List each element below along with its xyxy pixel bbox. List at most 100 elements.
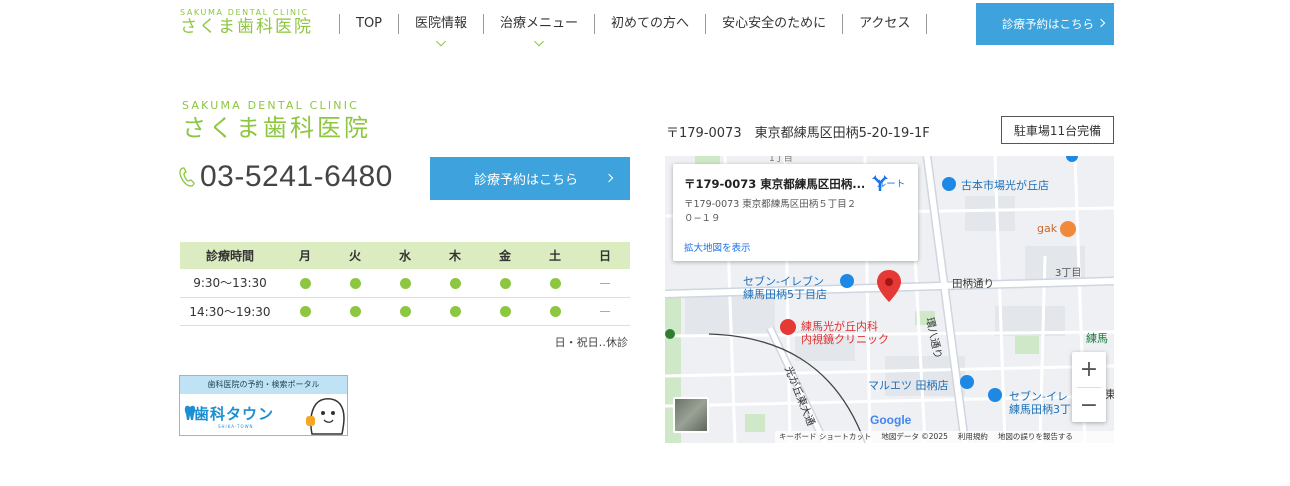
phone-number: 03-5241-6480 xyxy=(200,160,393,193)
map-label-seven1-b: 練馬田柄5丁目店 xyxy=(743,288,827,301)
header-cell-wed: 水 xyxy=(380,242,430,269)
header-cell-thu: 木 xyxy=(430,242,480,269)
map-card-title: 〒179-0073 東京都練馬区田柄... xyxy=(684,177,864,191)
nav-label: 初めての方へ xyxy=(611,16,690,31)
map-label-gak: gak xyxy=(1037,222,1058,235)
header-cell-mon: 月 xyxy=(280,242,330,269)
google-map[interactable]: 古本市場光が丘店 gak 3丁目 田柄通り セブン-イレブン 練馬田柄5丁目店 … xyxy=(665,156,1114,443)
chevron-down-icon xyxy=(534,36,544,47)
hours-day-cell xyxy=(580,269,630,298)
header-cell-hours: 診療時間 xyxy=(180,242,280,269)
map-label-seven2-b: 練馬田柄3丁 xyxy=(1009,403,1071,416)
hours-day-cell xyxy=(280,269,330,298)
map-label-tagara-dori: 田柄通り xyxy=(952,278,994,290)
table-header-row: 診療時間 月 火 水 木 金 土 日 xyxy=(180,242,630,269)
site-header: SAKUMA DENTAL CLINIC さくま歯科医院 TOP 医院情報 治療… xyxy=(0,0,1290,47)
shika-town-banner[interactable]: 歯科医院の予約・検索ポータル 歯科タウン SHIKA-TOWN xyxy=(179,375,348,436)
office-hours-table: 診療時間 月 火 水 木 金 土 日 9:30～13:30 14:30～19:30 xyxy=(180,242,630,326)
open-dot-icon xyxy=(449,306,461,317)
banner-top-text: 歯科医院の予約・検索ポータル xyxy=(180,376,347,394)
open-dot-icon xyxy=(549,277,561,289)
header-reserve-button[interactable]: 診療予約はこちら xyxy=(976,3,1114,45)
google-logo-text: Google xyxy=(870,413,912,427)
clinic-logo-en: SAKUMA DENTAL CLINIC xyxy=(182,99,360,112)
nav-item-top[interactable]: TOP xyxy=(339,14,398,34)
hours-day-cell xyxy=(280,297,330,326)
map-label-nerima: 練馬 xyxy=(1086,332,1108,345)
nav-label: アクセス xyxy=(859,16,911,31)
header-cell-sun: 日 xyxy=(580,242,630,269)
map-label-market: 古本市場光が丘店 xyxy=(961,179,1049,192)
chevron-right-icon xyxy=(604,173,614,183)
hours-time-cell: 14:30～19:30 xyxy=(180,297,280,326)
hours-day-cell xyxy=(330,269,380,298)
nav-item-clinic-info[interactable]: 医院情報 xyxy=(398,14,483,47)
clinic-logo-ja: さくま歯科医院 xyxy=(182,114,371,142)
open-dot-icon xyxy=(399,306,411,317)
nav-label: 治療メニュー xyxy=(500,16,579,31)
map-satellite-toggle[interactable] xyxy=(673,397,709,433)
nav-label: TOP xyxy=(356,16,383,31)
map-label-maruetsu: マルエツ 田柄店 xyxy=(868,379,949,392)
directions-icon xyxy=(872,175,888,191)
attrib-terms[interactable]: 利用規約 xyxy=(958,431,988,443)
table-row: 14:30～19:30 xyxy=(180,297,630,326)
reserve-button-label: 診療予約はこちら xyxy=(474,173,579,188)
hours-day-cell xyxy=(430,297,480,326)
banner-brand: 歯科タウン xyxy=(194,405,275,423)
open-dot-icon xyxy=(349,277,361,289)
zoom-out-button[interactable]: − xyxy=(1072,388,1106,423)
map-info-card: 〒179-0073 東京都練馬区田柄... 〒179-0073 東京都練馬区田柄… xyxy=(673,164,918,261)
table-row: 9:30～13:30 xyxy=(180,269,630,298)
open-dot-icon xyxy=(299,277,311,289)
clinic-address: 〒179-0073 東京都練馬区田柄5-20-19-1F xyxy=(666,126,930,141)
header-cell-sat: 土 xyxy=(530,242,580,269)
attrib-report[interactable]: 地図の誤りを報告する xyxy=(998,431,1073,443)
map-enlarge-link[interactable]: 拡大地図を表示 xyxy=(684,240,751,254)
map-label-top-fragment: 1丁目 xyxy=(769,156,793,164)
zoom-in-button[interactable]: + xyxy=(1072,352,1106,387)
map-route-button[interactable]: ルート xyxy=(871,174,911,191)
hours-day-cell xyxy=(430,269,480,298)
map-label-chome3: 3丁目 xyxy=(1055,268,1082,279)
phone-icon xyxy=(179,167,195,187)
hours-table-body: 9:30～13:30 14:30～19:30 xyxy=(180,269,630,326)
nav-item-treatment-menu[interactable]: 治療メニュー xyxy=(483,14,594,47)
closed-dash-icon xyxy=(600,311,610,312)
nav-label: 安心安全のために xyxy=(722,16,827,31)
mascot-icon xyxy=(306,398,345,435)
open-dot-icon xyxy=(499,306,511,317)
hours-day-cell xyxy=(380,269,430,298)
header-reserve-label: 診療予約はこちら xyxy=(1002,17,1094,31)
header-cell-tue: 火 xyxy=(330,242,380,269)
parking-badge: 駐車場11台完備 xyxy=(1001,116,1114,144)
nav-label: 医院情報 xyxy=(415,16,468,31)
nav-item-safety[interactable]: 安心安全のために xyxy=(705,14,842,34)
map-card-address: 〒179-0073 東京都練馬区田柄５丁目２０−１９ xyxy=(684,199,857,224)
open-dot-icon xyxy=(299,306,311,317)
map-label-clinic-b: 内視鏡クリニック xyxy=(801,333,889,346)
google-logo: Google xyxy=(870,413,911,427)
map-attribution: キーボード ショートカット 地図データ ©2025 利用規約 地図の誤りを報告す… xyxy=(775,431,1114,443)
open-dot-icon xyxy=(399,277,411,289)
header-logo[interactable]: SAKUMA DENTAL CLINIC さくま歯科医院 xyxy=(180,8,313,38)
attrib-map-data: 地図データ ©2025 xyxy=(881,432,948,441)
nav-item-first-visit[interactable]: 初めての方へ xyxy=(594,14,705,34)
nav-item-access[interactable]: アクセス xyxy=(842,14,928,34)
hours-day-cell xyxy=(380,297,430,326)
hours-day-cell xyxy=(330,297,380,326)
hours-day-cell xyxy=(580,297,630,326)
banner-sub: SHIKA-TOWN xyxy=(218,424,254,429)
reserve-button[interactable]: 診療予約はこちら xyxy=(430,157,630,200)
closed-note: 日・祝日‥休診 xyxy=(554,336,628,349)
chevron-right-icon xyxy=(1096,18,1106,28)
hours-time-cell: 9:30～13:30 xyxy=(180,269,280,298)
map-zoom-control: + − xyxy=(1072,352,1106,422)
map-label-east: 東 xyxy=(1105,388,1114,401)
closed-dash-icon xyxy=(600,282,610,284)
header-cell-fri: 金 xyxy=(480,242,530,269)
open-dot-icon xyxy=(549,306,561,317)
attrib-shortcuts[interactable]: キーボード ショートカット xyxy=(779,431,871,443)
hours-day-cell xyxy=(530,297,580,326)
phone-block[interactable]: 03-5241-6480 xyxy=(178,160,393,194)
